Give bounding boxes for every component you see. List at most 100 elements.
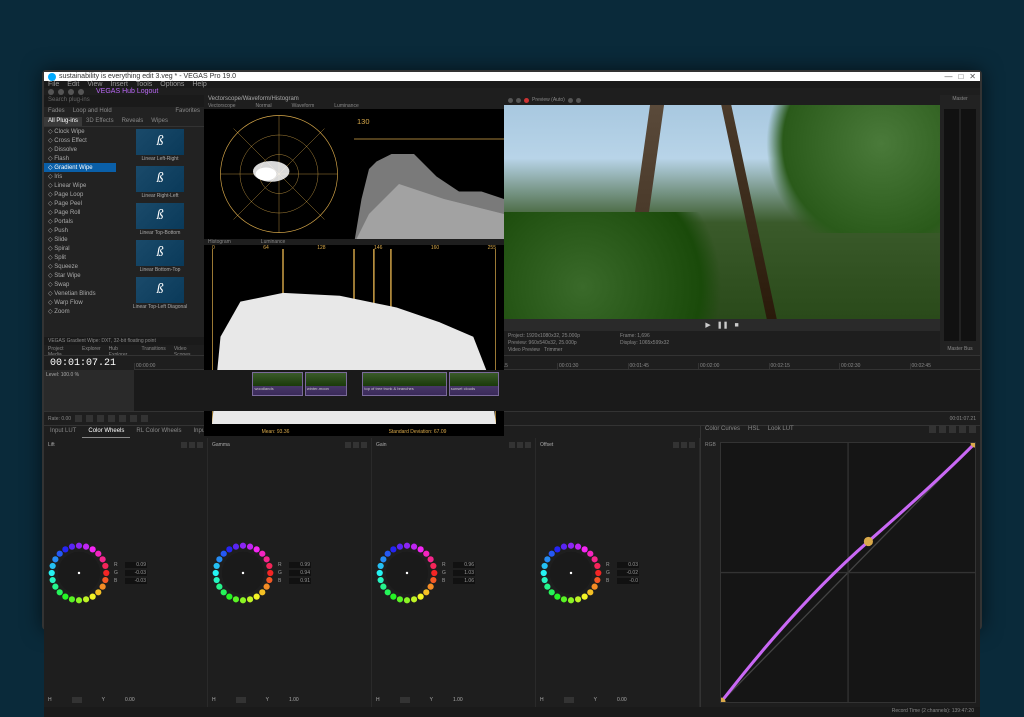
clip[interactable]: sunset clouds	[449, 372, 500, 396]
fx-item[interactable]: ◇ Spiral	[44, 244, 116, 253]
tab-color-curves[interactable]: Color Curves	[705, 426, 740, 438]
fx-item[interactable]: ◇ Iris	[44, 172, 116, 181]
tool-icon[interactable]	[48, 89, 54, 95]
fx-item[interactable]: ◇ Venetian Blinds	[44, 289, 116, 298]
prev-icon[interactable]	[576, 98, 581, 103]
color-wheel[interactable]	[212, 542, 274, 604]
fx-item[interactable]: ◇ Push	[44, 226, 116, 235]
record-icon[interactable]	[524, 98, 529, 103]
maximize-button[interactable]: □	[958, 72, 963, 81]
tab-explorer[interactable]: Explorer	[78, 345, 105, 355]
cat-reveals[interactable]: Reveals	[118, 117, 148, 126]
thumb-item[interactable]: ßLinear Top-Left Diagonal	[116, 275, 204, 312]
menu-edit[interactable]: Edit	[67, 81, 79, 88]
menu-tools[interactable]: Tools	[136, 81, 152, 88]
menu-insert[interactable]: Insert	[110, 81, 128, 88]
tl-button[interactable]	[130, 415, 137, 422]
fx-item[interactable]: ◇ Dissolve	[44, 145, 116, 154]
favorites-label[interactable]: Favorites	[171, 107, 204, 117]
tab-project-media[interactable]: Project Media	[44, 345, 78, 355]
stop-button[interactable]: ■	[734, 322, 738, 329]
fx-item[interactable]: ◇ Clock Wipe	[44, 127, 116, 136]
tool-icon[interactable]	[58, 89, 64, 95]
titlebar: sustainability is everything edit 3.veg …	[44, 72, 980, 81]
track-body[interactable]: woodlandswinter-moon top of tree trunk & …	[134, 370, 980, 411]
fx-item[interactable]: ◇ Zoom	[44, 307, 116, 316]
tab-fades[interactable]: Fades	[44, 107, 69, 117]
clip[interactable]: woodlands	[252, 372, 303, 396]
clip[interactable]: winter-moon	[305, 372, 347, 396]
fx-item[interactable]: ◇ Cross Effect	[44, 136, 116, 145]
foot-tabs: Video Preview Trimmer	[508, 347, 580, 353]
pause-button[interactable]: ❚❚	[717, 321, 729, 329]
fx-item[interactable]: ◇ Flash	[44, 154, 116, 163]
preview-mode[interactable]: Preview (Auto)	[532, 97, 565, 103]
menu-file[interactable]: File	[48, 81, 59, 88]
fx-item[interactable]: ◇ Star Wipe	[44, 271, 116, 280]
tool-icon[interactable]	[78, 89, 84, 95]
tab-video-scopes[interactable]: Video Scopes	[170, 345, 204, 355]
tab-rl-wheels[interactable]: RL Color Wheels	[130, 426, 187, 438]
color-wheel[interactable]	[540, 542, 602, 604]
thumb-item[interactable]: ßLinear Left-Right	[116, 127, 204, 164]
curve-mode[interactable]: RGB	[705, 442, 716, 703]
tl-button[interactable]	[97, 415, 104, 422]
tl-button[interactable]	[75, 415, 82, 422]
thumb-item[interactable]: ßLinear Right-Left	[116, 164, 204, 201]
menu-view[interactable]: View	[87, 81, 102, 88]
tl-button[interactable]	[108, 415, 115, 422]
hub-logout[interactable]: VEGAS Hub Logout	[96, 88, 158, 95]
curve-icon[interactable]	[939, 426, 946, 433]
cat-wipes[interactable]: Wipes	[147, 117, 172, 126]
tl-button[interactable]	[86, 415, 93, 422]
tab-look-lut[interactable]: Look LUT	[768, 426, 794, 438]
fx-item[interactable]: ◇ Slide	[44, 235, 116, 244]
fx-item[interactable]: ◇ Portals	[44, 217, 116, 226]
prev-icon[interactable]	[568, 98, 573, 103]
thumb-item[interactable]: ßLinear Bottom-Top	[116, 238, 204, 275]
curve-graph[interactable]	[720, 442, 976, 703]
play-button[interactable]: ▶	[705, 321, 710, 329]
menu-help[interactable]: Help	[192, 81, 206, 88]
track-header[interactable]: Level: 100.0 %	[44, 370, 134, 411]
tab-hsl[interactable]: HSL	[748, 426, 760, 438]
color-wheel[interactable]	[48, 542, 110, 604]
curve-icon[interactable]	[929, 426, 936, 433]
tab-color-wheels[interactable]: Color Wheels	[82, 426, 130, 438]
clip[interactable]: top of tree trunk & branches	[362, 372, 447, 396]
fx-item[interactable]: ◇ Split	[44, 253, 116, 262]
tool-icon[interactable]	[68, 89, 74, 95]
prev-icon[interactable]	[516, 98, 521, 103]
cat-all[interactable]: All Plug-ins	[44, 117, 82, 126]
tl-button[interactable]	[119, 415, 126, 422]
fx-item[interactable]: ◇ Warp Flow	[44, 298, 116, 307]
wheel-container: LiftR0.09G-0.03B-0.03HY0.00GammaR0.99G0.…	[44, 438, 700, 707]
search-input[interactable]: Search plug-ins	[44, 95, 204, 107]
color-wheel[interactable]	[376, 542, 438, 604]
cat-3d[interactable]: 3D Effects	[82, 117, 118, 126]
master-bus: Master Bus	[940, 345, 980, 355]
fx-item[interactable]: ◇ Swap	[44, 280, 116, 289]
fx-item[interactable]: ◇ Page Roll	[44, 208, 116, 217]
curve-icon[interactable]	[969, 426, 976, 433]
wheel-gamma: GammaR0.99G0.94B0.91HY1.00	[208, 438, 372, 707]
thumb-item[interactable]: ßLinear Top-Bottom	[116, 201, 204, 238]
fx-item[interactable]: ◇ Gradient Wipe	[44, 163, 116, 172]
preview-panel: Preview (Auto) ▶ ❚❚ ■ Project: 1920x1080…	[504, 95, 940, 355]
fx-item[interactable]: ◇ Squeeze	[44, 262, 116, 271]
tab-loop[interactable]: Loop and Hold	[69, 107, 116, 117]
prev-icon[interactable]	[508, 98, 513, 103]
minimize-button[interactable]: —	[944, 72, 952, 81]
fx-item[interactable]: ◇ Page Loop	[44, 190, 116, 199]
fx-item[interactable]: ◇ Page Peel	[44, 199, 116, 208]
tab-hub-explorer[interactable]: Hub Explorer	[105, 345, 138, 355]
curve-icon[interactable]	[959, 426, 966, 433]
curve-icon[interactable]	[949, 426, 956, 433]
tab-input-lut[interactable]: Input LUT	[44, 426, 82, 438]
thumbnail-list: ßLinear Left-RightßLinear Right-LeftßLin…	[116, 127, 204, 337]
tl-button[interactable]	[141, 415, 148, 422]
tab-transitions[interactable]: Transitions	[138, 345, 170, 355]
menu-options[interactable]: Options	[160, 81, 184, 88]
fx-item[interactable]: ◇ Linear Wipe	[44, 181, 116, 190]
close-button[interactable]: ✕	[969, 72, 976, 81]
